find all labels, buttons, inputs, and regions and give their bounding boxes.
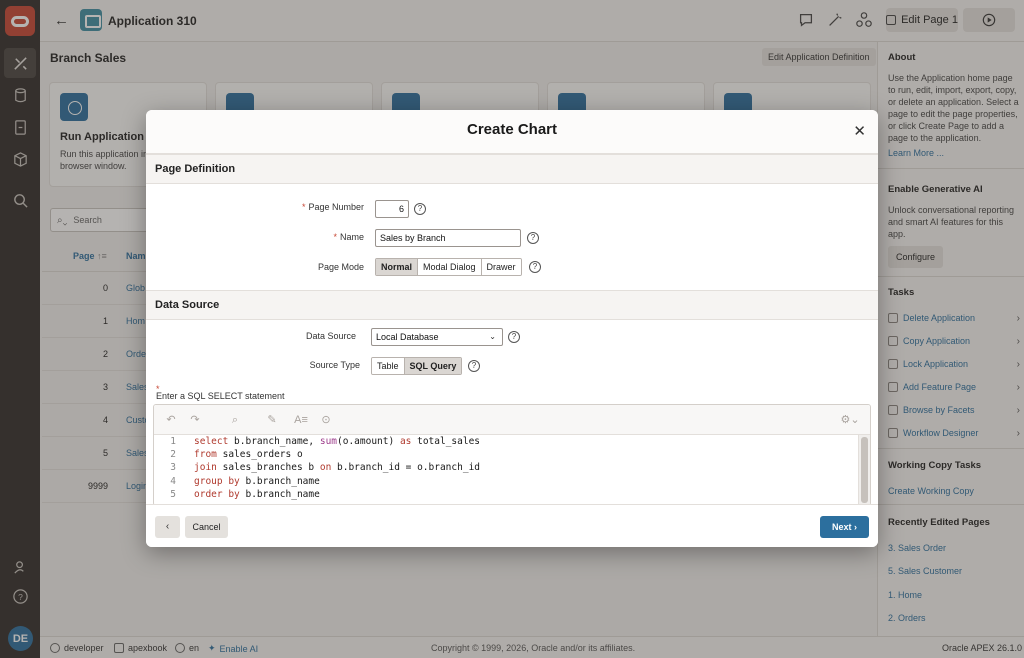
cancel-button[interactable]: Cancel [185,516,228,538]
line-number: 1 [170,436,176,447]
sql-code-lines[interactable]: 1 select b.branch_name, sum(o.amount) as … [154,435,860,505]
data-source-label: Data Source [305,331,356,341]
next-button[interactable]: Next › [820,516,869,538]
next-label: Next [831,522,852,532]
dialog-title: Create Chart [466,121,558,138]
chevron-right-icon: › [854,522,858,532]
line-number: 3 [170,462,176,474]
source-type-selector: Table SQL Query [371,357,463,375]
page-number-input[interactable]: 6 [375,200,409,218]
name-label: * Name [286,232,364,242]
source-type-label: Source Type [309,360,360,370]
code-line: from sales_orders o [194,449,303,461]
page-number-label: * Page Number [286,202,364,212]
section-title: Data Source [155,299,220,311]
editor-scrollbar[interactable] [858,435,870,505]
page-mode-drawer[interactable]: Drawer [481,259,521,275]
page-mode-normal[interactable]: Normal [376,259,419,275]
settings-gear-icon[interactable]: ⚙⌄ [838,413,862,427]
page-mode-selector: Normal Modal Dialog Drawer [375,258,522,276]
line-number: 2 [170,449,176,461]
selected-value: Local Database [376,332,439,342]
sql-statement-label: * Enter a SQL SELECT statement [156,384,285,401]
source-type-sql-query[interactable]: SQL Query [404,358,462,374]
create-chart-dialog: Create Chart ✕ Page Definition * Page Num… [146,110,878,547]
page-name-input[interactable]: Sales by Branch [375,229,521,247]
line-number: 4 [170,475,176,487]
page-definition-heading: Page Definition [146,154,878,184]
sql-code-editor[interactable]: ↶ ↷ ⌕ ✎ A≡ ⊙ ⚙⌄ 1 select b.branch_name, s… [153,404,871,506]
dialog-header: Create Chart ✕ [146,110,878,154]
line-number: 5 [170,488,176,500]
required-marker: * [333,232,337,242]
wrench-icon[interactable]: ✎ [265,413,279,427]
code-line: group by b.branch_name [194,475,320,487]
code-line: select b.branch_name, sum(o.amount) as t… [194,436,481,447]
label-text: Page Number [308,202,364,212]
help-icon[interactable]: ? [414,203,426,215]
label-text: Name [339,232,364,242]
help-icon[interactable]: ? [468,360,480,372]
dialog-footer: ‹ Cancel Next › [146,504,878,547]
page-mode-modal-dialog[interactable]: Modal Dialog [418,259,482,275]
data-source-select[interactable]: Local Database ⌄ [371,328,503,346]
editor-toolbar: ↶ ↷ ⌕ ✎ A≡ ⊙ ⚙⌄ [154,405,870,435]
validate-icon[interactable]: ⊙ [319,413,333,427]
code-line: order by b.branch_name [194,488,320,500]
chevron-left-icon: ‹ [165,521,170,532]
help-icon[interactable]: ? [529,261,541,273]
data-source-heading: Data Source [146,290,878,320]
code-line: join sales_branches b on b.branch_id = o… [194,462,481,474]
source-type-table[interactable]: Table [372,358,405,374]
format-icon[interactable]: A≡ [292,413,310,427]
label-text: Enter a SQL SELECT statement [156,391,285,401]
section-title: Page Definition [155,163,236,175]
dialog-body: Page Definition * Page Number 6 ? * Name S… [146,154,878,506]
required-marker: * [301,202,306,212]
redo-icon[interactable]: ↷ [188,413,202,427]
help-icon[interactable]: ? [508,331,520,343]
undo-icon[interactable]: ↶ [164,413,178,427]
chevron-down-icon: ⌄ [489,332,496,341]
previous-button[interactable]: ‹ [155,516,180,538]
close-icon[interactable]: ✕ [853,122,866,140]
page-mode-label: Page Mode [317,262,364,272]
search-icon[interactable]: ⌕ [228,413,242,427]
scrollbar-thumb[interactable] [861,437,868,503]
help-icon[interactable]: ? [527,232,539,244]
